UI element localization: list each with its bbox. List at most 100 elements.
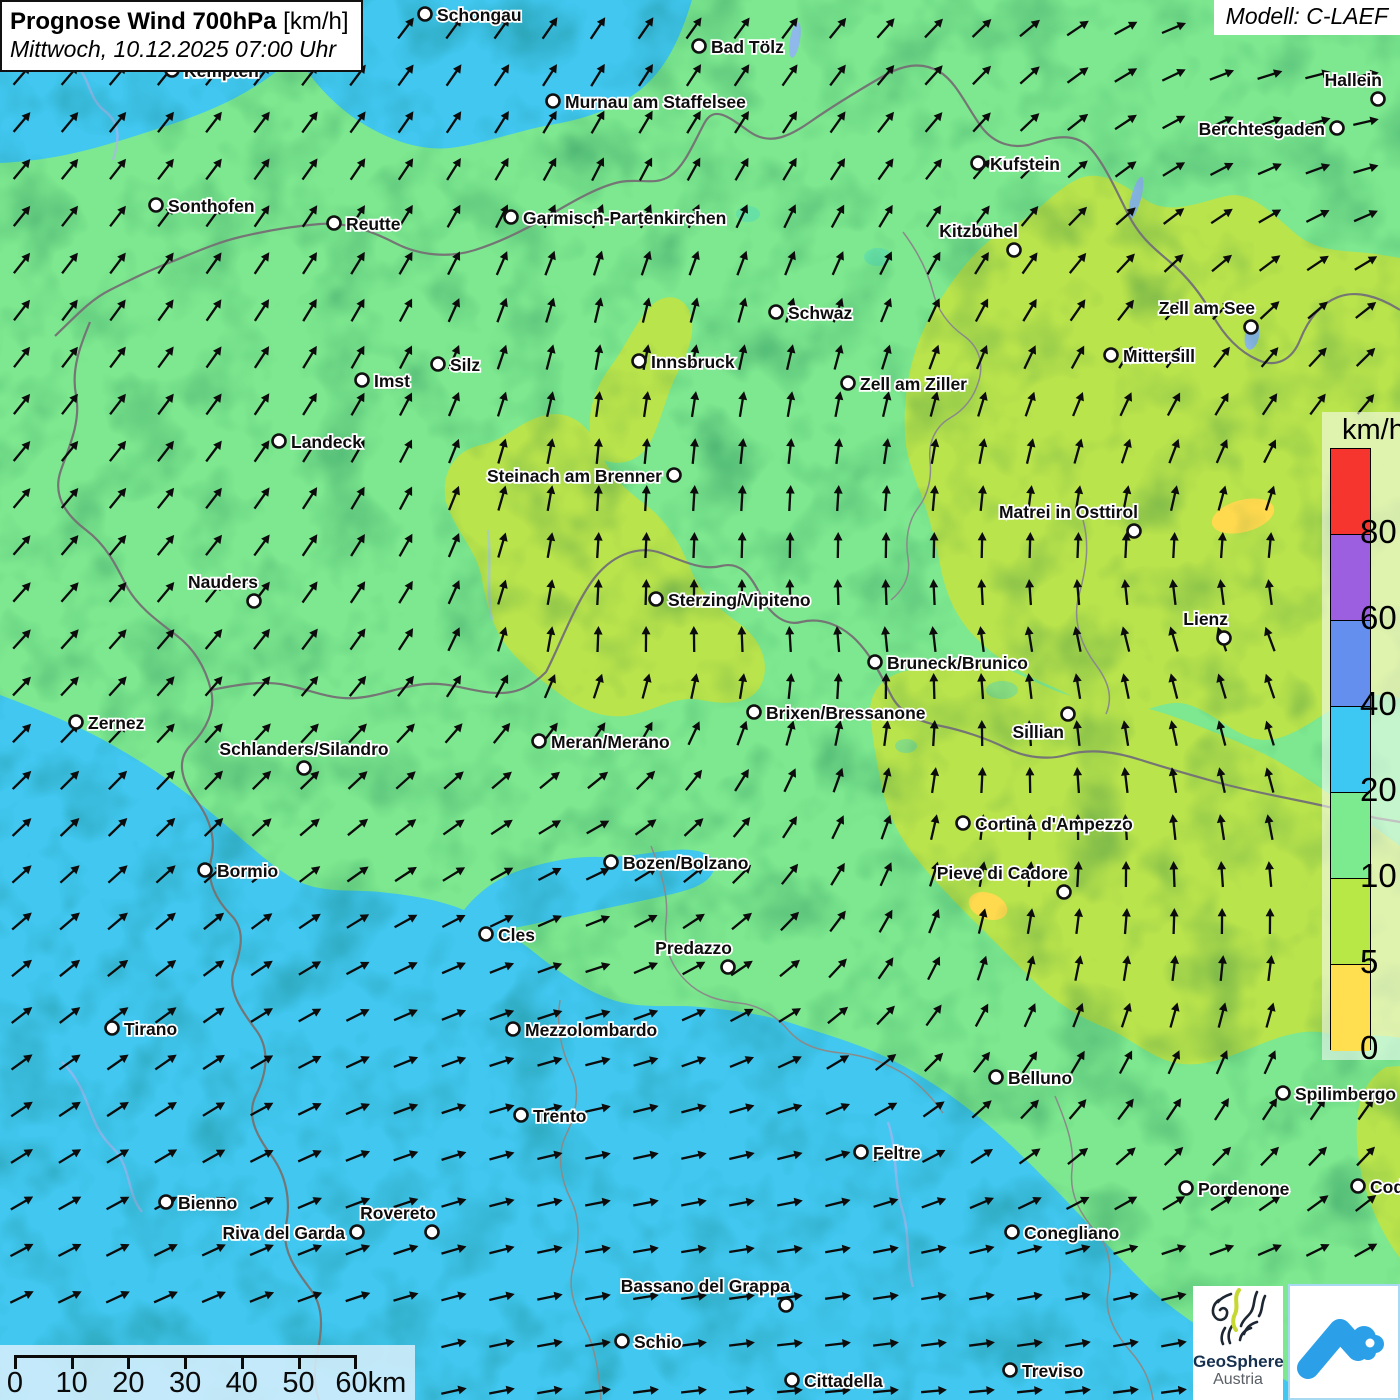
geosphere-org-name: GeoSphere: [1193, 1353, 1283, 1371]
city-marker: [515, 1109, 528, 1122]
city-label: Silz: [450, 355, 480, 375]
city[interactable]: Brixen/Bressanone: [748, 703, 926, 723]
city-marker: [1277, 1087, 1290, 1100]
city-label: Landeck: [291, 432, 362, 452]
city-marker: [106, 1022, 119, 1035]
city[interactable]: Bozen/Bolzano: [605, 853, 749, 873]
city-marker: [633, 355, 646, 368]
city-label: Cles: [498, 925, 535, 945]
city-label: Steinach am Brenner: [487, 466, 662, 486]
city-marker: [1004, 1364, 1017, 1377]
weather-map[interactable]: SchongauBad TölzKemptenMurnau am Staffel…: [0, 0, 1400, 1400]
city-label: Kufstein: [990, 154, 1060, 174]
city-label: Kitzbühel: [939, 221, 1018, 241]
city-label: Schwaz: [788, 303, 852, 323]
city[interactable]: Cortina d'Ampezzo: [957, 814, 1133, 834]
city-label: Matrei in Osttirol: [999, 502, 1138, 522]
city[interactable]: Bruneck/Brunico: [869, 653, 1029, 673]
city-marker: [605, 856, 618, 869]
city-label: Bozen/Bolzano: [623, 853, 748, 873]
model-label: Modell: C-LAEF: [1214, 0, 1400, 35]
city[interactable]: Riva del Garda: [222, 1223, 363, 1243]
legend-tick-label: 20: [1360, 771, 1397, 809]
city-marker: [770, 306, 783, 319]
city-marker: [786, 1374, 799, 1387]
city-marker: [616, 1335, 629, 1348]
city-label: Bassano del Grappa: [621, 1276, 790, 1296]
city-marker: [432, 358, 445, 371]
legend-tick-label: 0: [1360, 1029, 1378, 1067]
city-marker: [1062, 708, 1075, 721]
city-marker: [533, 735, 546, 748]
geosphere-logo-accent: [1233, 1290, 1239, 1330]
city-label: Schlanders/Silandro: [219, 739, 388, 759]
city-marker: [972, 157, 985, 170]
scale-tick-label: 20: [112, 1367, 144, 1400]
scale-tick-label: 60km: [335, 1367, 406, 1400]
city-label: Zell am Ziller: [860, 374, 967, 394]
city-marker: [722, 961, 735, 974]
title-box: Prognose Wind 700hPa [km/h] Mittwoch, 10…: [0, 0, 363, 72]
city-label: Codroipo: [1370, 1177, 1400, 1197]
city-label: Cittadella: [804, 1371, 883, 1391]
scale-tick-label: 0: [7, 1367, 23, 1400]
city-label: Meran/Merano: [551, 732, 670, 752]
city[interactable]: Spilimbergo: [1277, 1084, 1397, 1104]
city-label: Cortina d'Ampezzo: [975, 814, 1133, 834]
valid-time: Mittwoch, 10.12.2025 07:00 Uhr: [10, 36, 349, 63]
city-label: Riva del Garda: [222, 1223, 345, 1243]
city-marker: [328, 217, 341, 230]
city-marker: [1006, 1226, 1019, 1239]
city[interactable]: Mezzolombardo: [507, 1020, 658, 1040]
city-marker: [1331, 122, 1344, 135]
legend-tick-label: 10: [1360, 857, 1397, 895]
city-marker: [507, 1023, 520, 1036]
city-label: Brixen/Bressanone: [766, 703, 926, 723]
geosphere-logo-box: GeoSphere Austria: [1193, 1286, 1283, 1400]
city-label: Schio: [634, 1332, 682, 1352]
city-marker: [70, 716, 83, 729]
city-marker: [426, 1226, 439, 1239]
city-marker: [1008, 244, 1021, 257]
city-label: Bienno: [178, 1193, 237, 1213]
city-marker: [356, 374, 369, 387]
city-marker: [298, 762, 311, 775]
city-marker: [351, 1226, 364, 1239]
scale-tick-label: 50: [282, 1367, 314, 1400]
city-label: Murnau am Staffelsee: [565, 92, 746, 112]
legend-tick-label: 80: [1360, 513, 1397, 551]
city-label: Bad Tölz: [711, 37, 784, 57]
wind-speed-legend: km/h 806040201050: [1322, 412, 1400, 1060]
city-label: Nauders: [188, 572, 258, 592]
city-marker: [748, 706, 761, 719]
city-label: Mezzolombardo: [525, 1020, 657, 1040]
city[interactable]: Meran/Merano: [533, 732, 670, 752]
city[interactable]: Murnau am Staffelsee: [547, 92, 747, 112]
city-marker: [1180, 1182, 1193, 1195]
city-marker: [547, 95, 560, 108]
city[interactable]: Berchtesgaden: [1199, 119, 1344, 139]
city-label: Berchtesgaden: [1199, 119, 1325, 139]
city-marker: [869, 656, 882, 669]
scale-tick-label: 10: [56, 1367, 88, 1400]
city-label: Conegliano: [1024, 1223, 1119, 1243]
city-label: Tirano: [124, 1019, 177, 1039]
city-label: Innsbruck: [651, 352, 735, 372]
city[interactable]: Sterzing/Vipiteno: [650, 590, 811, 610]
city-marker: [693, 40, 706, 53]
title-parameter: Prognose Wind 700hPa: [10, 8, 277, 35]
city-marker: [150, 199, 163, 212]
city[interactable]: Zell am Ziller: [842, 374, 968, 394]
city[interactable]: Garmisch-Partenkirchen: [505, 208, 727, 228]
city-label: Rovereto: [360, 1203, 436, 1223]
city-label: Feltre: [873, 1143, 921, 1163]
city[interactable]: Steinach am Brenner: [487, 466, 681, 486]
city-marker: [650, 593, 663, 606]
city-marker: [780, 1299, 793, 1312]
city-label: Imst: [374, 371, 410, 391]
city-marker: [248, 595, 261, 608]
city-label: Mittersill: [1123, 346, 1195, 366]
city-label: Sillian: [1012, 722, 1064, 742]
city-marker: [855, 1146, 868, 1159]
city-marker: [480, 928, 493, 941]
